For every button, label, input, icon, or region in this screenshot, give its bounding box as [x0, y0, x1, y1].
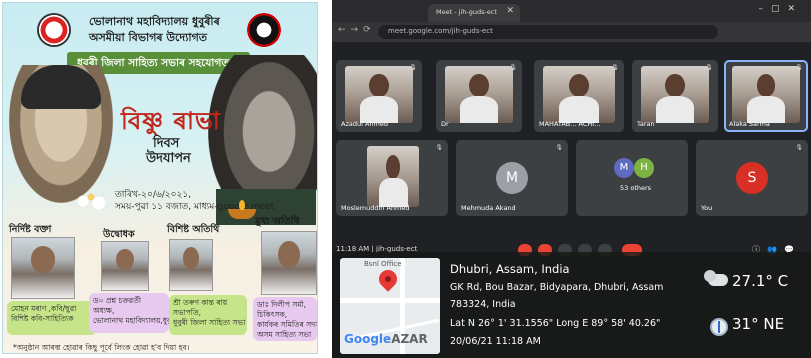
- participant-name: MAHATAB... ACHI...: [539, 120, 601, 128]
- special-guest-role: সভাপতি,: [173, 308, 201, 317]
- special-guest-photo: [169, 239, 213, 291]
- special-guest-card: শ্ৰী তৰুণ কান্ত ৰায় সভাপতি, ধুবুৰী জিলা…: [169, 295, 247, 335]
- inaugurator-card: ড০ প্ৰশ্ন চক্ৰৱৰ্তী অধ্যক্ষ, ভোলানাথ মহা…: [89, 293, 169, 333]
- mic-off-icon: 🎙: [611, 64, 619, 71]
- chief-guest-committee: কাৰ্যকৰ সমিতিৰ সদস্য: [257, 320, 317, 329]
- avatar: S: [736, 162, 768, 194]
- poster-footer-text: *অনুষ্ঠান আৰম্ভ হোৱাৰ কিছু পূৰ্বে লিংক হ…: [13, 343, 190, 352]
- poster-subtitle-2: উদযাপন: [146, 151, 191, 166]
- speaker-photo: [11, 237, 75, 299]
- self-tile[interactable]: S 🎙 You: [696, 140, 808, 216]
- browser-tabbar: Meet - jih-guds-ect ✕ –▢✕: [332, 0, 811, 22]
- chief-guest-photo: [261, 231, 317, 295]
- participant-tile[interactable]: 🎙 MAHATAB... ACHI...: [534, 60, 624, 132]
- collage: ভোলানাথ মহাবিদ্যালয় ধুবুৰীৰ অসমীয়া বিভ…: [0, 0, 811, 358]
- portrait-left: [9, 65, 113, 203]
- avatar: M: [614, 158, 634, 178]
- mic-off-icon: 🎙: [409, 64, 417, 71]
- geo-coordinates: Lat N 26° 1' 31.1556" Long E 89° 58' 40.…: [450, 318, 661, 329]
- geo-city: Dhubri, Assam, India: [450, 262, 570, 276]
- flowers-decoration: [73, 191, 113, 213]
- chief-guest-name: ডাঃ দিলীপ সৰ্মা,: [257, 300, 307, 309]
- geo-address: GK Rd, Bou Bazar, Bidyapara, Dhubri, Ass…: [450, 282, 664, 293]
- speaker-title: বিশিষ্ট কবি-সাহিত্যিক: [11, 314, 74, 323]
- poster-footer: *অনুষ্ঠান আৰম্ভ হোৱাৰ কিছু পূৰ্বে লিংক হ…: [3, 341, 317, 353]
- map-thumbnail: Bsnl Office GoogleAZAR: [340, 258, 440, 354]
- meet-screenshot: Meet - jih-guds-ect ✕ –▢✕ ←→⟳ meet.googl…: [332, 0, 811, 358]
- mic-off-icon: 🎙: [795, 64, 803, 71]
- inaugurator-photo: [101, 241, 149, 291]
- mic-off-icon: 🎙: [555, 144, 563, 151]
- nav-arrows-icon[interactable]: ←→⟳: [338, 25, 376, 35]
- speaker-card: মোহন মৰাণ ,কবি/ছুৱা বিশিষ্ট কবি-সাহিত্যি…: [7, 301, 97, 335]
- map-brand-suffix: AZAR: [391, 332, 428, 346]
- inaugurator-org: ভোলানাথ মহাবিদ্যালয়,ধুবুৰী: [93, 316, 169, 325]
- speaker-name: মোহন মৰাণ ,কবি/ছুৱা: [11, 304, 77, 313]
- special-guest-org: ধুবুৰী জিলা সাহিত্য সভা: [173, 318, 246, 327]
- map-brand: GoogleAZAR: [344, 332, 428, 346]
- participant-name: Taran: [637, 120, 655, 128]
- map-place-label: Bsnl Office: [364, 260, 402, 268]
- participant-name: Moslemuddin Ahmed: [341, 204, 410, 212]
- cloud-weather-icon: [704, 270, 728, 286]
- special-guest-name: শ্ৰী তৰুণ কান্ত ৰায়: [173, 298, 228, 307]
- window-controls[interactable]: –▢✕: [758, 4, 803, 14]
- others-tile[interactable]: M H 53 others: [576, 140, 688, 216]
- participant-tile[interactable]: 🎙 Taran: [632, 60, 718, 132]
- event-poster: ভোলানাথ মহাবিদ্যালয় ধুবুৰীৰ অসমীয়া বিভ…: [2, 2, 318, 354]
- mic-off-icon: 🎙: [705, 64, 713, 71]
- participant-name: Azadul Ahmed: [341, 120, 388, 128]
- location-pin-icon: [375, 266, 401, 292]
- college-logo: [37, 13, 71, 47]
- close-tab-icon[interactable]: ✕: [506, 6, 514, 16]
- label-special-guest: বিশিষ্ট অতিথি: [167, 224, 220, 235]
- map-brand-google: Google: [344, 332, 392, 346]
- url-field[interactable]: meet.google.com/jih-guds-ect: [378, 25, 718, 39]
- chief-guest-card: ডাঃ দিলীপ সৰ্মা, চিকিৎসক, কাৰ্যকৰ সমিতিৰ…: [253, 297, 317, 341]
- avatar: M: [496, 162, 528, 194]
- chief-guest-org: অসম সাহিত্য সভা: [257, 330, 312, 339]
- participant-name: You: [701, 204, 713, 212]
- participant-tile[interactable]: 🎙 Azadul Ahmed: [336, 60, 422, 132]
- others-count: 53 others: [620, 184, 652, 192]
- address-bar: ←→⟳ meet.google.com/jih-guds-ect: [332, 22, 811, 42]
- geo-wind: 31° NE: [732, 315, 785, 333]
- gps-overlay: Bsnl Office GoogleAZAR Dhubri, Assam, In…: [332, 252, 811, 358]
- participant-tile[interactable]: M 🎙 Mehmuda Akand: [456, 140, 568, 216]
- participant-tile-active[interactable]: 🎙 Alaka Sarma: [724, 60, 808, 132]
- mic-off-icon: 🎙: [435, 144, 443, 151]
- label-special-speaker: নিৰ্দিষ্ট বক্তা: [9, 224, 52, 235]
- geo-timestamp: 20/06/21 11:18 AM: [450, 336, 541, 347]
- inaugurator-name: ড০ প্ৰশ্ন চক্ৰৱৰ্তী: [93, 296, 141, 305]
- compass-icon: [710, 318, 728, 336]
- participant-name: Mehmuda Akand: [461, 204, 516, 212]
- inaugurator-role: অধ্যক্ষ,: [93, 306, 115, 315]
- geo-temperature: 27.1° C: [732, 272, 789, 290]
- tab-title: Meet - jih-guds-ect: [436, 8, 497, 16]
- sahitya-sabha-logo: [247, 13, 281, 47]
- participant-tile[interactable]: 🎙 Moslemuddin Ahmed: [336, 140, 448, 216]
- mic-off-icon: 🎙: [795, 144, 803, 151]
- browser-tab[interactable]: Meet - jih-guds-ect ✕: [428, 4, 520, 22]
- mic-off-icon: 🎙: [509, 64, 517, 71]
- label-chief-guest: মুখ্য অতিথি: [255, 216, 300, 227]
- participant-tile[interactable]: 🎙 Dr: [436, 60, 522, 132]
- chief-guest-role: চিকিৎসক,: [257, 310, 288, 319]
- participant-name: Alaka Sarma: [729, 120, 770, 128]
- participant-name: Dr: [441, 120, 449, 128]
- geo-pincode: 783324, India: [450, 299, 516, 310]
- url-text: meet.google.com/jih-guds-ect: [388, 27, 493, 35]
- poster-dept-line: অসমীয়া বিভাগৰ উদ্যোগত: [89, 31, 208, 44]
- avatar: H: [634, 158, 654, 178]
